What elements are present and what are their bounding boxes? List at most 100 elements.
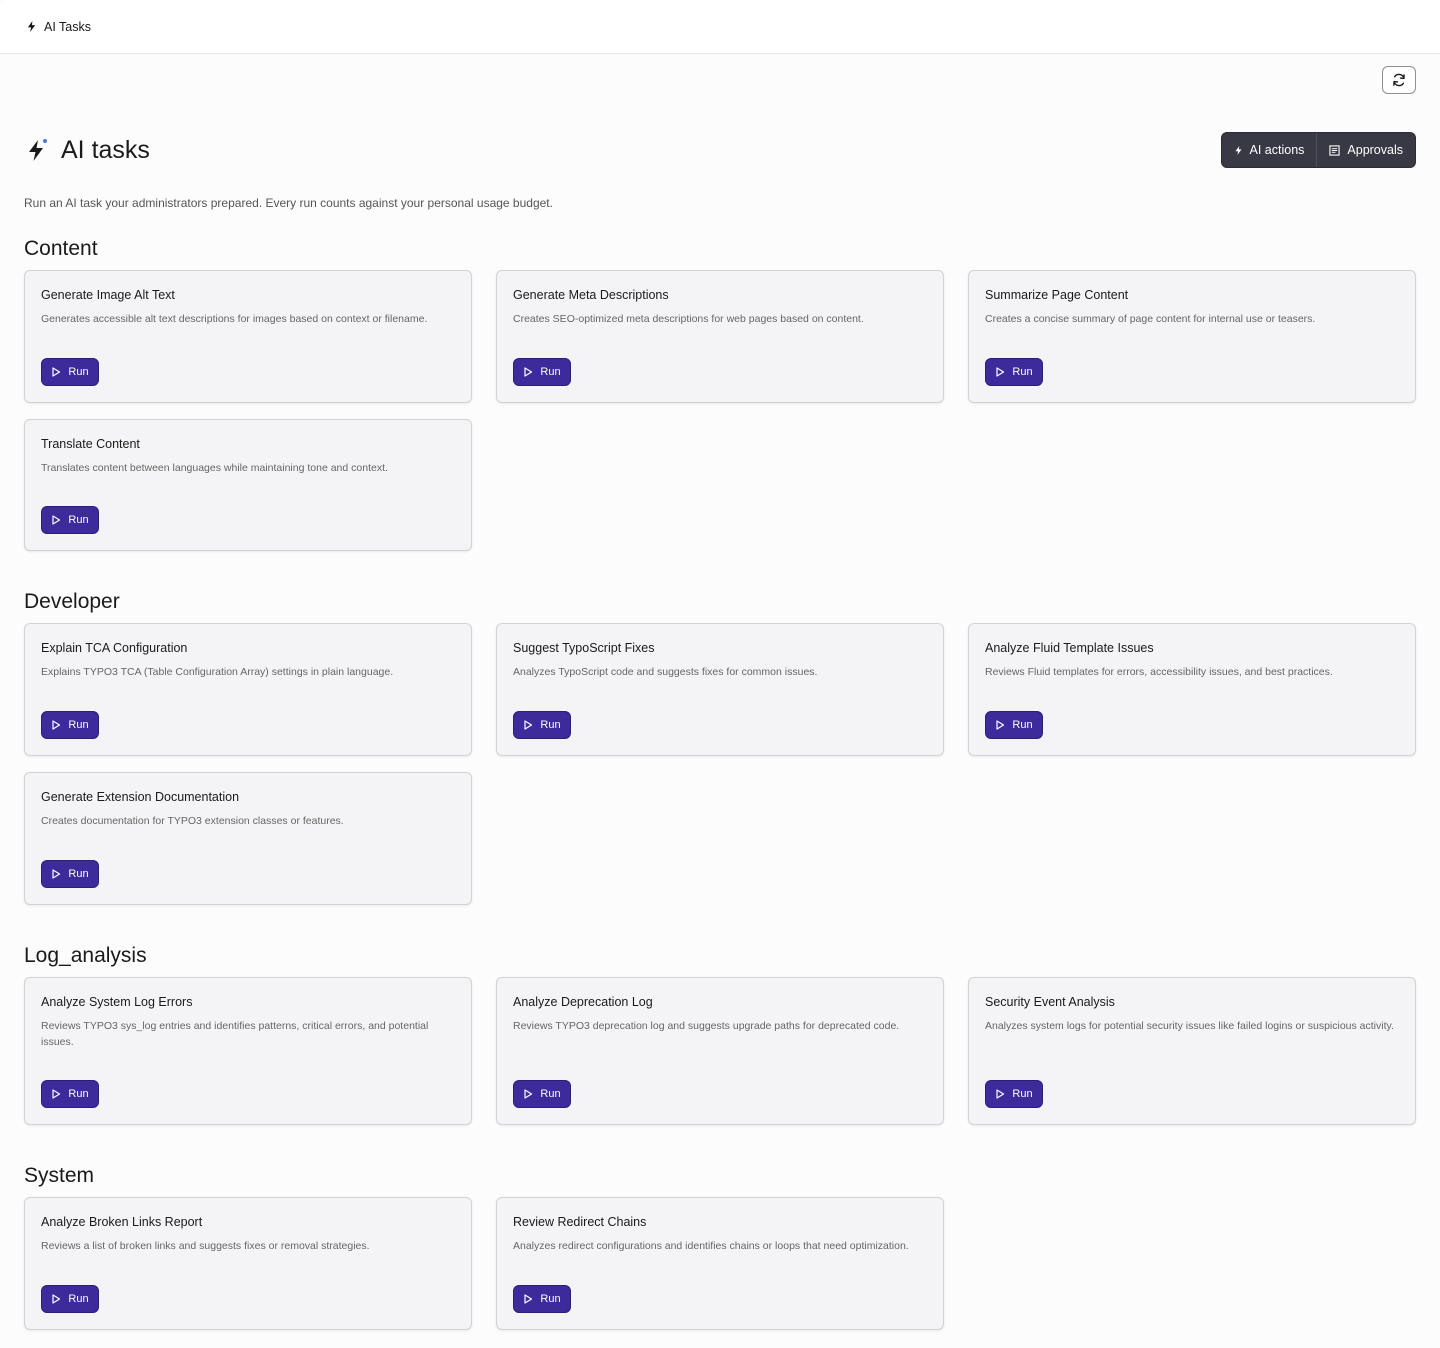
task-description: Translates content between languages whi… — [41, 462, 388, 474]
play-icon — [52, 1294, 61, 1304]
task-description: Reviews a list of broken links and sugge… — [41, 1240, 370, 1252]
section-heading: Log_analysis — [24, 944, 147, 967]
task-description: Explains TYPO3 TCA (Table Configuration … — [41, 666, 394, 678]
task-title: Analyze System Log Errors — [41, 995, 193, 1009]
task-card-analyze-broken-links-report: Analyze Broken Links Report Reviews a lis… — [24, 1197, 472, 1330]
run-button[interactable]: Run — [41, 506, 99, 534]
refresh-icon — [1393, 73, 1405, 87]
task-title: Explain TCA Configuration — [41, 641, 188, 655]
ai-actions-label: AI actions — [1249, 143, 1305, 157]
task-grid: Explain TCA Configuration Explains TYPO3 … — [24, 623, 1416, 905]
bolt-icon — [1235, 145, 1242, 155]
run-button[interactable]: Run — [513, 1285, 571, 1313]
task-description: Creates a concise summary of page conten… — [985, 313, 1316, 325]
play-icon — [524, 1089, 533, 1099]
module-title: AI Tasks — [44, 19, 92, 34]
section-heading: Developer — [24, 590, 120, 613]
task-card-analyze-fluid-template-issues: Analyze Fluid Template Issues Reviews Flu… — [968, 623, 1416, 756]
section-content: Content Generate Image Alt Text Generates … — [24, 236, 1416, 551]
header-actions: AI actions Approvals — [1220, 132, 1416, 168]
play-icon — [996, 1089, 1005, 1099]
task-title: Generate Image Alt Text — [41, 288, 175, 302]
run-label: Run — [68, 1088, 89, 1100]
task-title: Suggest TypoScript Fixes — [513, 641, 655, 655]
task-card-analyze-system-log-errors: Analyze System Log Errors Reviews TYPO3 s… — [24, 977, 472, 1125]
bolt-icon — [27, 21, 36, 32]
task-title: Analyze Broken Links Report — [41, 1215, 203, 1229]
run-label: Run — [540, 366, 561, 378]
task-title: Analyze Fluid Template Issues — [985, 641, 1154, 655]
page-title-group: AI tasks — [24, 136, 150, 165]
task-card-generate-extension-documentation: Generate Extension Documentation Creates … — [24, 772, 472, 905]
run-label: Run — [540, 719, 561, 731]
approvals-button[interactable]: Approvals — [1316, 133, 1415, 167]
play-icon — [52, 367, 61, 377]
task-description: Generates accessible alt text descriptio… — [41, 313, 428, 325]
task-title: Translate Content — [41, 437, 140, 451]
run-button[interactable]: Run — [41, 358, 99, 386]
top-bar: AI Tasks — [0, 0, 1440, 54]
task-card-security-event-analysis: Security Event Analysis Analyzes system l… — [968, 977, 1416, 1125]
task-title: Summarize Page Content — [985, 288, 1129, 302]
task-card-generate-meta-descriptions: Generate Meta Descriptions Creates SEO-op… — [496, 270, 944, 403]
run-label: Run — [1012, 1088, 1033, 1100]
play-icon — [52, 720, 61, 730]
run-label: Run — [68, 366, 89, 378]
run-button[interactable]: Run — [41, 711, 99, 739]
section-heading: Content — [24, 237, 98, 260]
ai-actions-button[interactable]: AI actions — [1222, 133, 1317, 167]
task-title: Analyze Deprecation Log — [513, 995, 653, 1009]
play-icon — [524, 720, 533, 730]
run-button[interactable]: Run — [41, 1285, 99, 1313]
task-card-explain-tca-configuration: Explain TCA Configuration Explains TYPO3 … — [24, 623, 472, 756]
run-label: Run — [68, 1293, 89, 1305]
task-description: Analyzes system logs for potential secur… — [985, 1020, 1394, 1032]
task-title: Security Event Analysis — [985, 995, 1115, 1009]
run-button[interactable]: Run — [41, 1080, 99, 1108]
task-description: Reviews TYPO3 sys_log entries and identi… — [41, 1020, 429, 1048]
task-description: Reviews TYPO3 deprecation log and sugges… — [513, 1020, 900, 1032]
task-card-review-redirect-chains: Review Redirect Chains Analyzes redirect … — [496, 1197, 944, 1330]
task-card-suggest-typoscript-fixes: Suggest TypoScript Fixes Analyzes TypoScr… — [496, 623, 944, 756]
task-card-summarize-page-content: Summarize Page Content Creates a concise … — [968, 270, 1416, 403]
task-grid: Generate Image Alt Text Generates accessi… — [24, 270, 1416, 551]
section-heading: System — [24, 1164, 95, 1187]
task-grid: Analyze Broken Links Report Reviews a lis… — [24, 1197, 1416, 1330]
run-label: Run — [68, 868, 89, 880]
task-card-translate-content: Translate Content Translates content betw… — [24, 419, 472, 551]
run-button[interactable]: Run — [985, 1080, 1043, 1108]
play-icon — [52, 1089, 61, 1099]
run-label: Run — [68, 719, 89, 731]
play-icon — [524, 1294, 533, 1304]
task-card-generate-image-alt-text: Generate Image Alt Text Generates accessi… — [24, 270, 472, 403]
checklist-icon — [1329, 144, 1341, 156]
play-icon — [996, 720, 1005, 730]
play-icon — [52, 515, 61, 525]
run-button[interactable]: Run — [985, 711, 1043, 739]
run-button[interactable]: Run — [985, 358, 1043, 386]
page-subtitle: Run an AI task your administrators prepa… — [24, 196, 553, 210]
refresh-button[interactable] — [1382, 66, 1416, 94]
run-button[interactable]: Run — [41, 860, 99, 888]
task-description: Creates SEO-optimized meta descriptions … — [513, 313, 864, 325]
play-icon — [52, 869, 61, 879]
task-description: Creates documentation for TYPO3 extensio… — [41, 815, 344, 827]
ai-bolt-icon — [29, 139, 47, 161]
section-system: System Analyze Broken Links Report Reviews… — [24, 1163, 1416, 1330]
approvals-label: Approvals — [1347, 143, 1403, 157]
task-description: Reviews Fluid templates for errors, acce… — [985, 666, 1333, 678]
play-icon — [524, 367, 533, 377]
run-button[interactable]: Run — [513, 711, 571, 739]
run-button[interactable]: Run — [513, 1080, 571, 1108]
run-label: Run — [540, 1088, 561, 1100]
task-title: Generate Meta Descriptions — [513, 288, 669, 302]
section-log-analysis: Log_analysis Analyze System Log Errors Rev… — [24, 943, 1416, 1125]
run-button[interactable]: Run — [513, 358, 571, 386]
task-title: Review Redirect Chains — [513, 1215, 647, 1229]
task-grid: Analyze System Log Errors Reviews TYPO3 s… — [24, 977, 1416, 1125]
run-label: Run — [540, 1293, 561, 1305]
task-description: Analyzes redirect configurations and ide… — [513, 1240, 909, 1252]
page-title: AI tasks — [61, 135, 150, 164]
play-icon — [996, 367, 1005, 377]
run-label: Run — [1012, 719, 1033, 731]
